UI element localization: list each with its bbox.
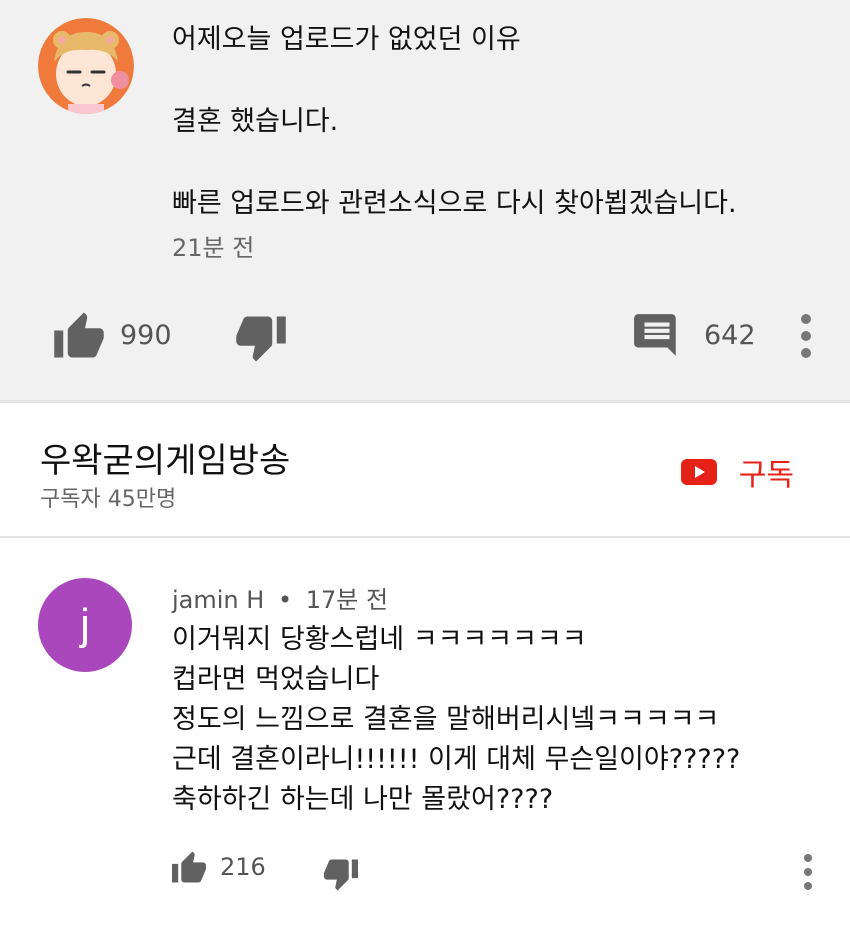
comment-action-bar: 216	[0, 844, 850, 894]
comment-author[interactable]: jamin H	[172, 586, 264, 614]
post-timestamp: 21분 전	[172, 234, 255, 262]
comment-timestamp: 17분 전	[305, 586, 389, 614]
post-section: 어제오늘 업로드가 없었던 이유 결혼 했습니다. 빠른 업로드와 관련소식으로…	[0, 0, 850, 402]
comment-more-options-icon[interactable]	[802, 854, 814, 890]
channel-avatar[interactable]	[38, 18, 134, 114]
comment-dislike-button[interactable]	[322, 858, 360, 892]
channel-bar: 우왁굳의게임방송 구독자 45만명 구독	[0, 403, 850, 537]
subscribe-label: 구독	[738, 458, 794, 493]
post-action-bar: 990 642	[0, 306, 850, 366]
comment-line: 정도의 느낌으로 결혼을 말해버리시넼ㅋㅋㅋㅋㅋ	[172, 704, 720, 735]
thumbs-up-icon	[172, 851, 206, 883]
comment-text: 이거뭐지 당황스럽네 ㅋㅋㅋㅋㅋㅋㅋ 컵라면 먹었습니다 정도의 느낌으로 결혼…	[172, 620, 832, 820]
comment-item: j jamin H • 17분 전 이거뭐지 당황스럽네 ㅋㅋㅋㅋㅋㅋㅋ 컵라면…	[0, 538, 850, 929]
meta-separator: •	[277, 586, 293, 614]
post-line: 결혼 했습니다.	[172, 106, 339, 137]
comment-line: 축하하긴 하는데 나만 몰랐어????	[172, 784, 554, 815]
cartoon-avatar-icon	[38, 18, 134, 114]
like-button[interactable]: 990	[52, 310, 172, 360]
post-line: 어제오늘 업로드가 없었던 이유	[172, 24, 521, 55]
commenter-avatar[interactable]: j	[38, 578, 132, 672]
more-options-icon[interactable]	[800, 314, 812, 358]
dislike-button[interactable]	[234, 314, 288, 364]
comment-meta: jamin H • 17분 전	[172, 580, 388, 615]
post-line: 빠른 업로드와 관련소식으로 다시 찾아뵙겠습니다.	[172, 188, 737, 219]
comment-line: 이거뭐지 당황스럽네 ㅋㅋㅋㅋㅋㅋㅋ	[172, 624, 587, 655]
channel-name[interactable]: 우왁굳의게임방송	[40, 433, 290, 482]
reply-count: 642	[704, 319, 756, 351]
post-text: 어제오늘 업로드가 없었던 이유 결혼 했습니다. 빠른 업로드와 관련소식으로…	[172, 20, 822, 224]
thumbs-down-icon	[324, 859, 358, 891]
comment-button[interactable]: 642	[632, 310, 756, 360]
comment-line: 컵라면 먹었습니다	[172, 664, 380, 695]
comment-line: 근데 결혼이라니!!!!!! 이게 대체 무슨일이야?????	[172, 744, 741, 775]
like-count: 990	[120, 319, 172, 351]
comment-like-button[interactable]: 216	[170, 850, 266, 884]
thumbs-down-icon	[236, 316, 286, 362]
youtube-logo-icon	[680, 459, 717, 485]
comment-icon	[634, 314, 676, 356]
subscribe-button[interactable]: 구독	[680, 450, 794, 494]
avatar-letter: j	[80, 600, 90, 649]
subscriber-count: 구독자 45만명	[40, 487, 177, 512]
comment-like-count: 216	[220, 853, 266, 881]
thumbs-up-icon	[54, 312, 104, 358]
